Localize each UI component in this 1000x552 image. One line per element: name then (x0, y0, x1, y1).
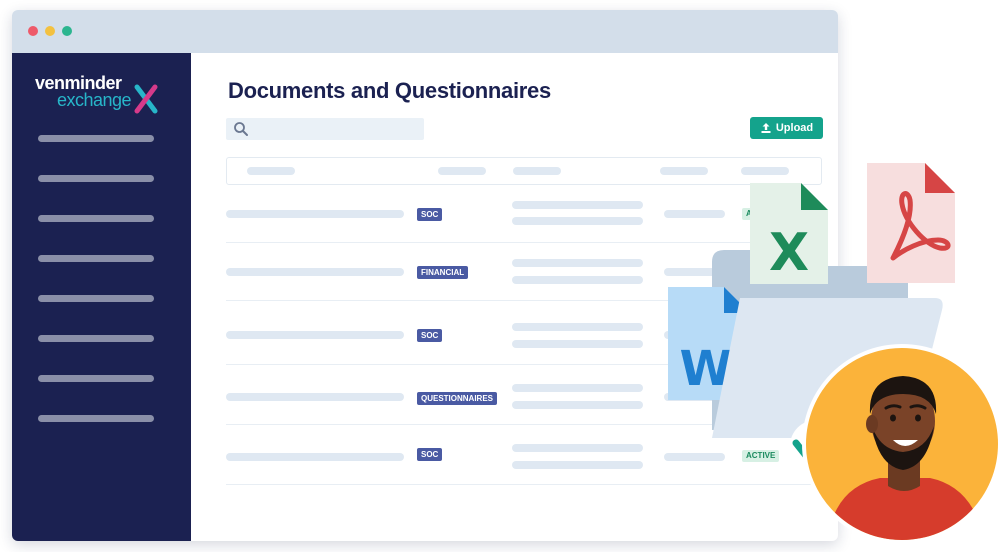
row-date-placeholder (664, 393, 725, 401)
category-tag: SOC (417, 208, 443, 221)
row-date-placeholder (664, 268, 725, 276)
row-detail-placeholder (512, 217, 643, 225)
column-header-5[interactable] (741, 167, 789, 175)
sidebar: venminder exchange (12, 53, 191, 541)
row-detail-placeholder (512, 401, 643, 409)
row-divider (226, 484, 822, 485)
brand-x-logo-icon (134, 84, 158, 114)
upload-button-label: Upload (775, 122, 814, 134)
category-tag: QUESTIONNAIRES (417, 392, 498, 405)
row-detail-placeholder (512, 340, 643, 348)
sidebar-item-6[interactable] (38, 335, 154, 342)
row-divider (226, 242, 822, 243)
upload-icon (761, 123, 771, 133)
category-tag: FINANCIAL (417, 266, 469, 279)
sidebar-item-2[interactable] (38, 175, 154, 182)
status-badge: ACTIVE (742, 450, 780, 462)
row-name-placeholder (226, 210, 404, 218)
upload-button[interactable]: Upload (750, 117, 823, 139)
sidebar-item-7[interactable] (38, 375, 154, 382)
search-icon (234, 122, 248, 136)
row-detail-placeholder (512, 461, 643, 469)
row-divider (226, 424, 822, 425)
search-input[interactable] (226, 118, 424, 140)
row-detail-placeholder (512, 444, 643, 452)
table-header (226, 157, 822, 185)
pdf-file-icon (867, 163, 955, 283)
window-titlebar (12, 10, 838, 53)
status-badge: ACTIVE (742, 208, 780, 220)
row-divider (226, 300, 822, 301)
row-detail-placeholder (512, 323, 643, 331)
row-date-placeholder (664, 210, 725, 218)
row-name-placeholder (226, 453, 404, 461)
page-title: Documents and Questionnaires (228, 78, 551, 103)
row-detail-placeholder (512, 384, 643, 392)
column-header-2[interactable] (438, 167, 486, 175)
row-divider (226, 364, 822, 365)
close-window-dot[interactable] (28, 26, 38, 36)
row-date-placeholder (664, 331, 725, 339)
sidebar-item-8[interactable] (38, 415, 154, 422)
sidebar-item-4[interactable] (38, 255, 154, 262)
brand-subname: exchange (57, 90, 132, 110)
row-name-placeholder (226, 268, 404, 276)
row-detail-placeholder (512, 276, 643, 284)
column-header-4[interactable] (660, 167, 708, 175)
row-date-placeholder (664, 453, 725, 461)
row-detail-placeholder (512, 201, 643, 209)
row-name-placeholder (226, 393, 404, 401)
row-detail-placeholder (512, 259, 643, 267)
column-header-1[interactable] (247, 167, 295, 175)
column-header-3[interactable] (513, 167, 561, 175)
category-tag: SOC (417, 448, 443, 461)
minimize-window-dot[interactable] (45, 26, 55, 36)
category-tag: SOC (417, 329, 443, 342)
row-name-placeholder (226, 331, 404, 339)
sidebar-item-3[interactable] (38, 215, 154, 222)
maximize-window-dot[interactable] (62, 26, 72, 36)
sidebar-item-1[interactable] (38, 135, 154, 142)
app-window: venminder exchange Documents and Questio… (12, 10, 838, 541)
sidebar-item-5[interactable] (38, 295, 154, 302)
